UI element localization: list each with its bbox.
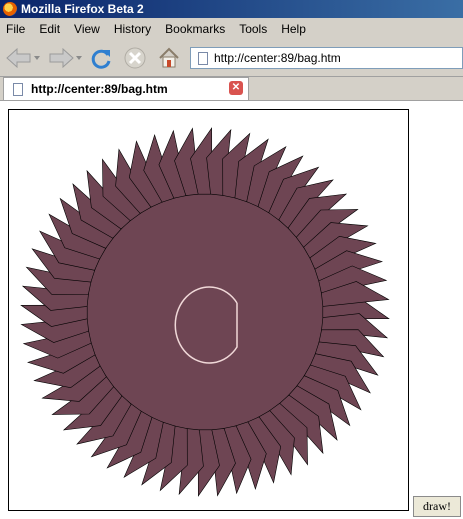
back-icon[interactable] — [4, 46, 42, 70]
menu-tools[interactable]: Tools — [232, 22, 274, 36]
forward-icon[interactable] — [46, 46, 84, 70]
menu-bar: File Edit View History Bookmarks Tools H… — [0, 18, 463, 40]
draw-button[interactable]: draw! — [413, 496, 461, 517]
close-tab-icon[interactable]: ✕ — [229, 81, 243, 95]
reload-icon[interactable] — [89, 46, 113, 70]
drawing-canvas[interactable] — [8, 109, 409, 511]
tab-title: http://center:89/bag.htm — [31, 82, 168, 96]
menu-help[interactable]: Help — [274, 22, 313, 36]
firefox-logo-icon — [3, 2, 17, 16]
spiral-drawing — [20, 127, 390, 497]
url-text[interactable]: http://center:89/bag.htm — [214, 51, 341, 65]
menu-file[interactable]: File — [0, 22, 32, 36]
page-icon — [13, 82, 23, 96]
home-icon[interactable] — [157, 46, 181, 70]
tab-strip: http://center:89/bag.htm ✕ — [0, 77, 463, 101]
page-icon — [198, 51, 208, 65]
stop-icon[interactable] — [123, 46, 147, 70]
menu-edit[interactable]: Edit — [32, 22, 67, 36]
menu-history[interactable]: History — [107, 22, 158, 36]
page-content: draw! — [0, 101, 463, 519]
menu-bookmarks[interactable]: Bookmarks — [158, 22, 232, 36]
tab-bag[interactable]: http://center:89/bag.htm ✕ — [3, 77, 249, 100]
menu-view[interactable]: View — [67, 22, 107, 36]
window-title: Mozilla Firefox Beta 2 — [21, 2, 144, 16]
url-bar[interactable]: http://center:89/bag.htm — [190, 47, 463, 69]
window-title-bar: Mozilla Firefox Beta 2 — [0, 0, 463, 18]
navigation-toolbar: http://center:89/bag.htm — [0, 40, 463, 77]
